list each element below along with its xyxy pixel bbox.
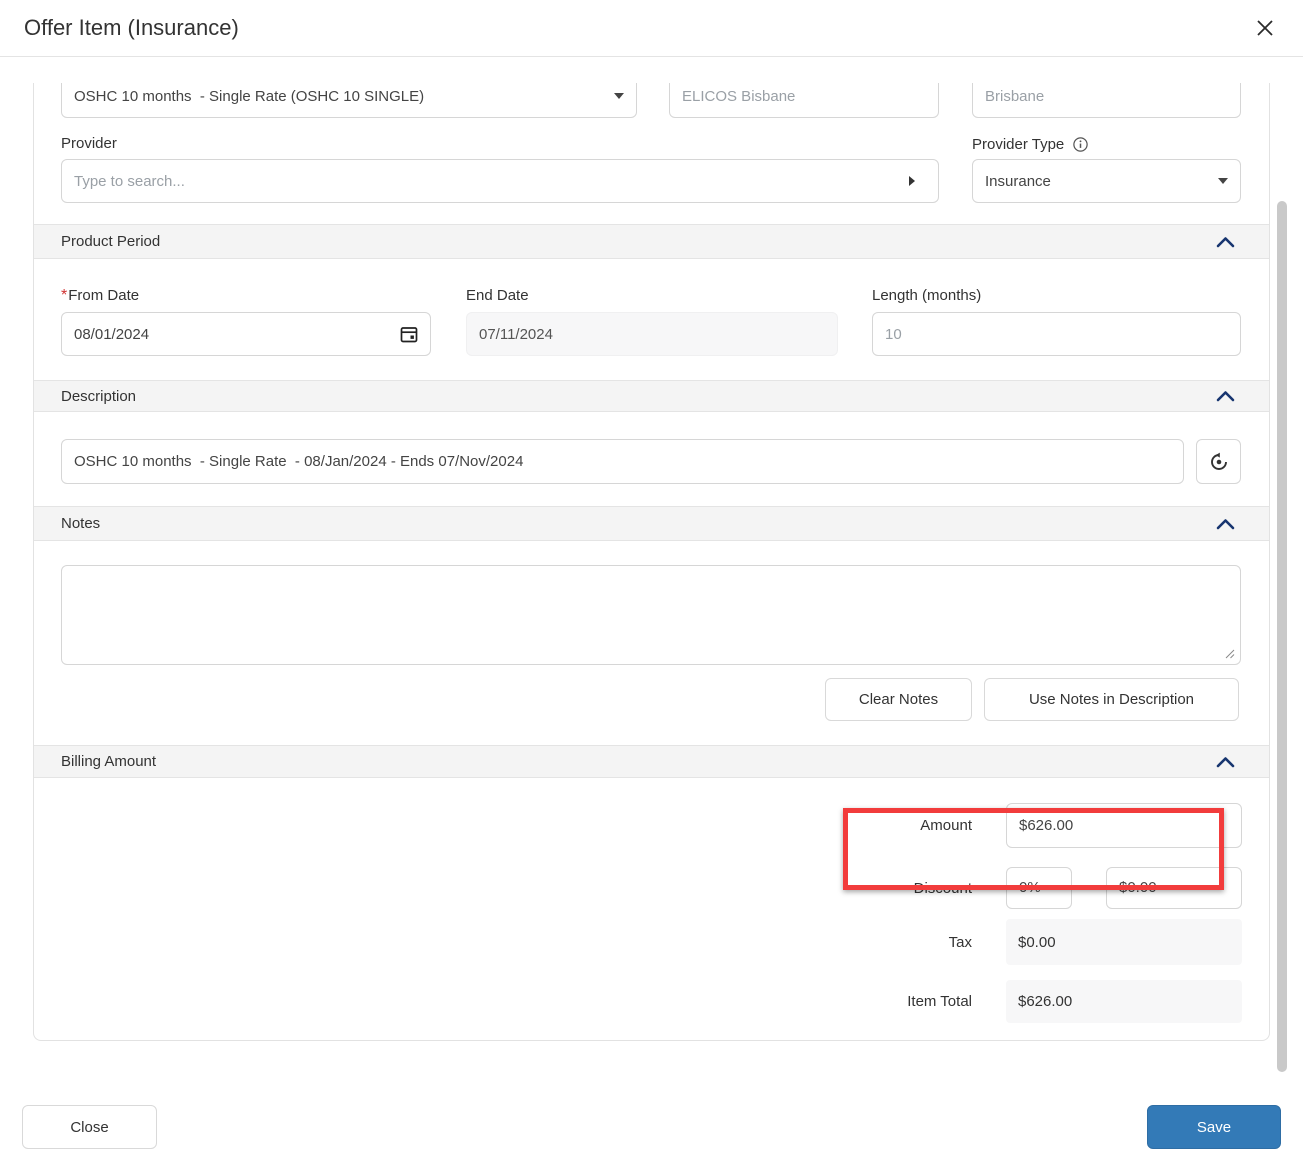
expander-right-icon[interactable] [909,176,915,186]
end-date-value: 07/11/2024 [479,326,825,343]
notes-buttons-row: Clear Notes Use Notes in Description [34,678,1269,721]
close-icon [1256,19,1274,37]
modal-body: OSHC 10 months - Single Rate (OSHC 10 SI… [0,83,1303,1041]
discount-percent-input[interactable] [1006,867,1072,909]
provider-label-row: Provider Provider Type [34,135,1269,153]
use-notes-in-description-button[interactable]: Use Notes in Description [984,678,1239,721]
billing-body: Amount Discount Tax $0.00 Item Total [34,803,1269,1040]
item-total-label: Item Total [842,993,972,1010]
length-input[interactable] [872,312,1241,356]
section-header-description: Description [34,380,1269,412]
discount-label: Discount [842,880,972,897]
chevron-up-icon [1216,236,1235,248]
collapse-notes-button[interactable] [1214,516,1237,532]
scrollbar-thumb[interactable] [1277,201,1287,1072]
item-total-row: Item Total $626.00 [34,980,1269,1023]
close-icon-button[interactable] [1251,14,1279,42]
product-select[interactable]: OSHC 10 months - Single Rate (OSHC 10 SI… [61,83,637,118]
end-date-label: End Date [466,287,529,304]
section-header-product-period: Product Period [34,224,1269,259]
product-row: OSHC 10 months - Single Rate (OSHC 10 SI… [34,83,1269,118]
provider-label: Provider [61,135,117,152]
date-label-row: *From Date End Date Length (months) [34,287,1269,305]
chevron-up-icon [1216,518,1235,530]
notes-textarea[interactable] [61,565,1241,665]
end-date-input: 07/11/2024 [466,312,838,356]
campus-field [669,83,939,118]
reset-description-button[interactable] [1196,439,1241,484]
description-header: Description [61,388,136,405]
item-total-value: $626.00 [1018,993,1072,1010]
reset-icon [1209,452,1229,472]
provider-type-value: Insurance [985,173,1218,190]
product-period-header: Product Period [61,233,160,250]
discount-amount-input[interactable] [1106,867,1242,909]
chevron-up-icon [1216,390,1235,402]
notes-area [34,565,1269,665]
modal-header: Offer Item (Insurance) [0,0,1303,57]
provider-type-select[interactable]: Insurance [972,159,1241,203]
chevron-down-icon [1218,178,1228,184]
amount-input[interactable] [1006,803,1242,848]
description-input[interactable] [61,439,1184,484]
billing-header: Billing Amount [61,753,156,770]
chevron-down-icon [614,93,624,99]
modal-title: Offer Item (Insurance) [24,15,239,41]
from-date-input[interactable]: 08/01/2024 [61,312,431,356]
length-label: Length (months) [872,287,981,304]
provider-type-label: Provider Type [972,136,1064,153]
tax-label: Tax [842,934,972,951]
save-button[interactable]: Save [1147,1105,1281,1149]
section-header-notes: Notes [34,506,1269,541]
amount-row: Amount [34,803,1269,848]
calendar-icon[interactable] [400,325,418,343]
chevron-up-icon [1216,756,1235,768]
location-field [972,83,1241,118]
item-total-field: $626.00 [1006,980,1242,1023]
modal-footer: Close Save [0,1105,1303,1149]
tax-field: $0.00 [1006,919,1242,965]
notes-header: Notes [61,515,100,532]
info-icon[interactable] [1072,136,1089,153]
description-row [34,439,1269,484]
clear-notes-button[interactable]: Clear Notes [825,678,972,721]
date-input-row: 08/01/2024 07/11/2024 [34,312,1269,356]
collapse-billing-button[interactable] [1214,754,1237,770]
close-button[interactable]: Close [22,1105,157,1149]
required-asterisk: * [61,287,67,304]
tax-value: $0.00 [1018,934,1056,951]
amount-label: Amount [842,817,972,834]
tax-row: Tax $0.00 [34,919,1269,965]
product-select-value: OSHC 10 months - Single Rate (OSHC 10 SI… [74,88,614,105]
from-date-label: From Date [68,287,139,304]
provider-search-input[interactable] [61,159,939,203]
collapse-product-period-button[interactable] [1214,234,1237,250]
provider-input-row: Insurance [34,159,1269,203]
section-header-billing: Billing Amount [34,745,1269,778]
collapse-description-button[interactable] [1214,388,1237,404]
discount-row: Discount [34,867,1269,909]
form-panel: OSHC 10 months - Single Rate (OSHC 10 SI… [33,83,1270,1041]
from-date-value: 08/01/2024 [74,326,400,343]
resize-handle[interactable] [1224,648,1235,659]
